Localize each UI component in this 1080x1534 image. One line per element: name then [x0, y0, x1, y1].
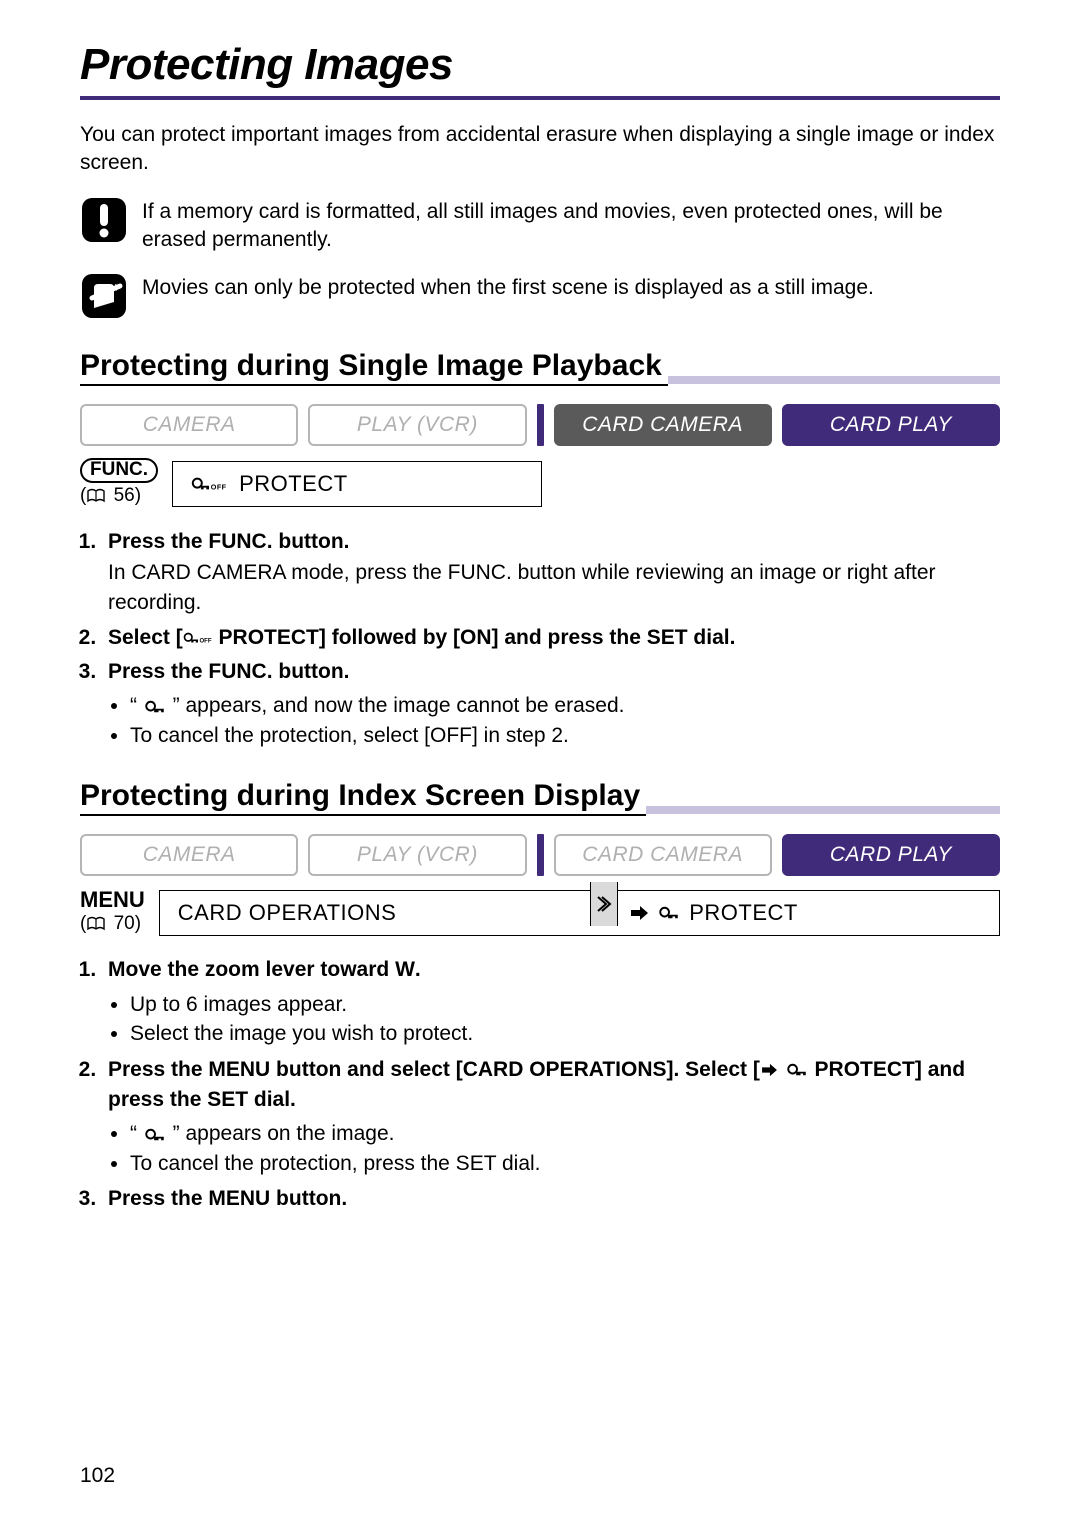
info-note: Movies can only be protected when the fi…	[80, 272, 1000, 320]
section2-step1: Move the zoom lever toward W. Up to 6 im…	[102, 955, 1000, 1048]
key-off-icon-inline	[183, 631, 213, 645]
warning-text: If a memory card is formatted, all still…	[142, 196, 1000, 255]
mode-card-camera: CARD CAMERA	[554, 404, 772, 446]
section1-setting-label: PROTECT	[239, 471, 348, 497]
section2-step3: Press the MENU button.	[102, 1184, 1000, 1214]
key-off-icon	[191, 476, 227, 492]
section2-steps: Move the zoom lever toward W. Up to 6 im…	[80, 955, 1000, 1214]
section2-heading: Protecting during Index Screen Display	[80, 778, 1000, 816]
warning-icon	[80, 196, 128, 244]
section1-step3: Press the FUNC. button. “ ” appears, and…	[102, 657, 1000, 750]
info-text: Movies can only be protected when the fi…	[142, 272, 874, 302]
func-ref-num: 56	[114, 485, 135, 506]
section2-step1-title: Move the zoom lever toward W.	[108, 958, 421, 981]
key-on-icon	[657, 906, 681, 920]
section2-step2: Press the MENU button and select [CARD O…	[102, 1055, 1000, 1179]
section1-step2-title: Select [ PROTECT] followed by [ON] and p…	[108, 626, 735, 649]
key-on-icon-inline	[143, 700, 167, 714]
warning-note: If a memory card is formatted, all still…	[80, 196, 1000, 255]
section2-step2-b2: To cancel the protection, press the SET …	[130, 1149, 1000, 1178]
section2-title: Protecting during Index Screen Display	[80, 778, 646, 816]
section2-step1-b1: Up to 6 images appear.	[130, 990, 1000, 1019]
title-rule	[80, 96, 1000, 100]
section1-step1-body: In CARD CAMERA mode, press the FUNC. but…	[108, 558, 1000, 619]
section1-func-row: FUNC. ( 56) PROTECT	[80, 458, 1000, 509]
section2-rule	[646, 806, 1000, 814]
menu-ref-num: 70	[114, 913, 135, 934]
section2-step3-title: Press the MENU button.	[108, 1187, 347, 1210]
section2-step1-b2: Select the image you wish to protect.	[130, 1019, 1000, 1048]
menu-path-card-operations: CARD OPERATIONS	[160, 891, 590, 935]
menu-label: MENU	[80, 888, 145, 911]
section1-title: Protecting during Single Image Playback	[80, 348, 668, 386]
func-pill: FUNC.	[80, 458, 158, 483]
menu-path-protect: PROTECT	[689, 900, 798, 926]
section1-step3-b2: To cancel the protection, select [OFF] i…	[130, 721, 1000, 750]
section1-step3-b1: “ ” appears, and now the image cannot be…	[130, 691, 1000, 720]
section2-step2-b1: “ ” appears on the image.	[130, 1119, 1000, 1148]
solid-arrow-icon	[630, 905, 649, 921]
func-page-ref: ( 56)	[80, 485, 141, 509]
section2-menu-row: MENU ( 70) CARD OPERATIONS PROTECT	[80, 888, 1000, 937]
menu-label-block: MENU ( 70)	[80, 888, 145, 937]
section1-step2: Select [ PROTECT] followed by [ON] and p…	[102, 623, 1000, 653]
section1-steps: Press the FUNC. button. In CARD CAMERA m…	[80, 527, 1000, 750]
mode-play-vcr: PLAY (VCR)	[308, 404, 526, 446]
mode-card-camera-2: CARD CAMERA	[554, 834, 772, 876]
section2-menu-path: CARD OPERATIONS PROTECT	[159, 890, 1000, 936]
mode-divider	[537, 404, 544, 446]
section1-step3-title: Press the FUNC. button.	[108, 660, 350, 683]
mode-card-play: CARD PLAY	[782, 404, 1000, 446]
key-on-icon-inline-3	[143, 1128, 167, 1142]
section1-step3-bullets: “ ” appears, and now the image cannot be…	[108, 691, 1000, 750]
section1-heading: Protecting during Single Image Playback	[80, 348, 1000, 386]
page-number: 102	[80, 1464, 115, 1488]
section2-modes: CAMERA PLAY (VCR) CARD CAMERA CARD PLAY	[80, 834, 1000, 876]
section1-step1: Press the FUNC. button. In CARD CAMERA m…	[102, 527, 1000, 618]
section1-step1-title: Press the FUNC. button.	[108, 530, 350, 553]
section1-setting-box: PROTECT	[172, 461, 542, 507]
menu-arrow-icon	[590, 882, 618, 926]
note-icon	[80, 272, 128, 320]
section2-step2-title: Press the MENU button and select [CARD O…	[108, 1058, 965, 1111]
intro-paragraph: You can protect important images from ac…	[80, 121, 1000, 178]
section1-modes: CAMERA PLAY (VCR) CARD CAMERA CARD PLAY	[80, 404, 1000, 446]
mode-divider-2	[537, 834, 544, 876]
section2-step2-bullets: “ ” appears on the image. To cancel the …	[108, 1119, 1000, 1178]
key-on-icon-inline-2	[785, 1063, 809, 1077]
solid-arrow-icon-inline	[760, 1063, 779, 1077]
mode-camera-2: CAMERA	[80, 834, 298, 876]
section1-rule	[668, 376, 1000, 384]
func-label-block: FUNC. ( 56)	[80, 458, 158, 509]
section2-step1-bullets: Up to 6 images appear. Select the image …	[108, 990, 1000, 1049]
page-title: Protecting Images	[80, 40, 1000, 90]
mode-card-play-2: CARD PLAY	[782, 834, 1000, 876]
mode-camera: CAMERA	[80, 404, 298, 446]
menu-page-ref: ( 70)	[80, 913, 141, 937]
mode-play-vcr-2: PLAY (VCR)	[308, 834, 526, 876]
